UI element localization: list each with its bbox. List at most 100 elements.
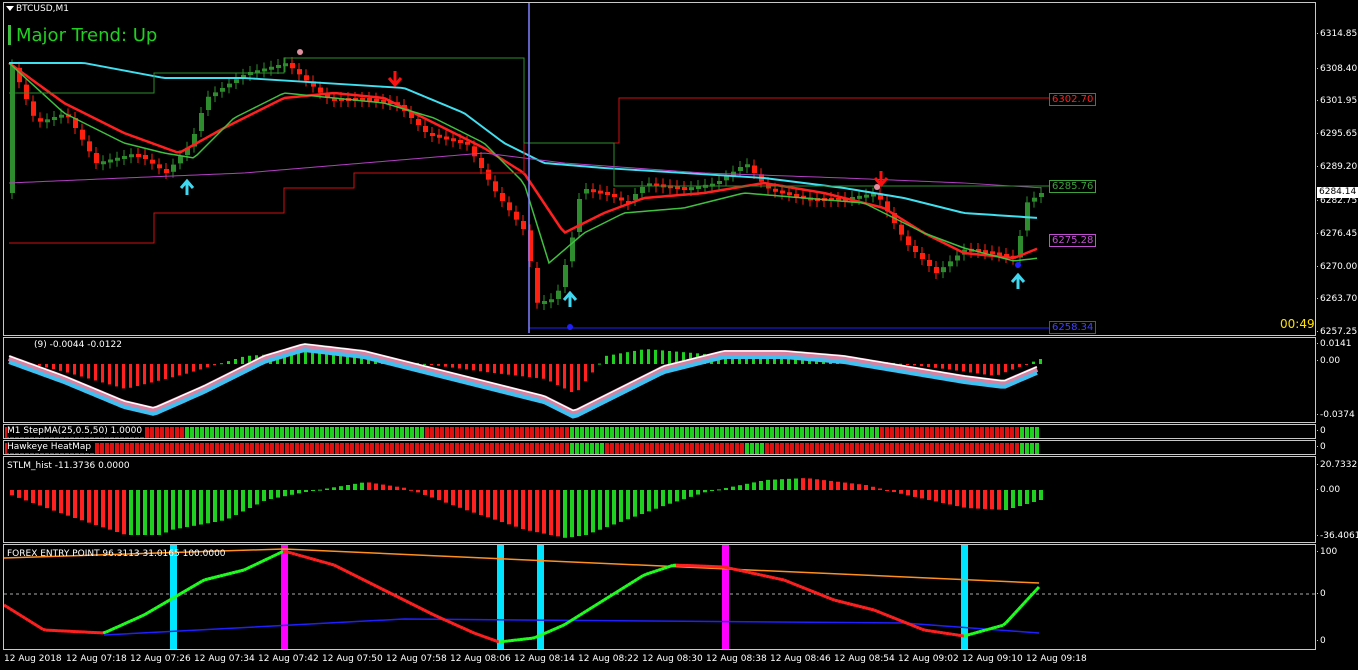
stepma-bar [325, 427, 329, 438]
stepma-pane[interactable]: M1 StepMA(25,0.5,50) 1.0000 [3, 424, 1316, 439]
heatmap-bar [640, 443, 644, 454]
fx-line-segment [249, 564, 254, 569]
heatmap-bar [490, 443, 494, 454]
stepma-bar [320, 427, 324, 438]
stlm-bar [325, 488, 329, 490]
stlm-bar [171, 490, 175, 530]
stepma-bar [510, 427, 514, 438]
stlm-bar [843, 482, 847, 490]
stepma-bar [935, 427, 939, 438]
fx-line-segment [141, 613, 146, 618]
candle-body [31, 101, 36, 116]
fx-line-segment [723, 565, 728, 570]
fx-line-segment [243, 567, 248, 572]
fx-line-segment [759, 573, 764, 577]
heatmap-bar [215, 443, 219, 454]
signal-dot [297, 49, 303, 55]
fx-line-segment [981, 628, 986, 633]
osc-bar [59, 364, 62, 371]
price-label-green: 6285.76 [1049, 180, 1097, 193]
stepma-bar [1035, 427, 1039, 438]
signal-dot [1015, 262, 1021, 268]
osc-bar [535, 364, 538, 378]
fx-line-segment [156, 604, 161, 609]
heatmap-bar [485, 443, 489, 454]
heatmap-bar [670, 443, 674, 454]
stlm-bar [388, 485, 392, 490]
fx-line-segment [816, 591, 821, 596]
heatmap-bar [510, 443, 514, 454]
heatmap-bar [100, 443, 104, 454]
stlm-pane[interactable]: STLM_hist -11.3736 0.0000 [3, 456, 1316, 543]
osc-bar [206, 364, 209, 368]
heatmap-bar [945, 443, 949, 454]
osc-bar [1025, 364, 1028, 365]
stepma-bar [815, 427, 819, 438]
candle-body [493, 181, 498, 192]
stlm-bar [409, 489, 413, 491]
stepma-bar [445, 427, 449, 438]
main-chart-pane[interactable]: BTCUSD,M1 Major Trend: Up 00:49 6302.70 … [3, 2, 1316, 336]
stepma-bar [960, 427, 964, 438]
stepma-bar [195, 427, 199, 438]
fx-line-segment [354, 574, 359, 579]
candle-body [444, 136, 449, 140]
heatmap-bar [235, 443, 239, 454]
stepma-bar [830, 427, 834, 438]
stepma-bar [870, 427, 874, 438]
fx-line-segment [102, 630, 107, 635]
heatmap-bar [1035, 443, 1039, 454]
stepma-bar [755, 427, 759, 438]
osc-bar [311, 352, 314, 364]
fx-line-segment [132, 617, 137, 622]
heatmap-bar [270, 443, 274, 454]
fx-line-segment [750, 571, 755, 575]
heatmap-pane[interactable]: Hawkeye HeatMap [3, 440, 1316, 455]
stlm-bar [311, 490, 315, 491]
oscillator-pane[interactable]: (9) -0.0044 -0.0122 [3, 337, 1316, 423]
heatmap-bar [160, 443, 164, 454]
stepma-bar [270, 427, 274, 438]
candle-body [479, 158, 484, 168]
stepma-bar [620, 427, 624, 438]
stlm-bar [262, 490, 266, 501]
stlm-bar [332, 487, 336, 490]
fx-line-segment [474, 631, 479, 636]
candle-body [864, 194, 869, 198]
heatmap-bar [855, 443, 859, 454]
heatmap-bar [1020, 443, 1024, 454]
stepma-bar [805, 427, 809, 438]
heatmap-bar [305, 443, 309, 454]
stlm-bar [52, 490, 56, 511]
fx-line-segment [627, 581, 632, 587]
fx-line-segment [360, 577, 365, 582]
stepma-bar [775, 427, 779, 438]
stepma-bar [290, 427, 294, 438]
signal-dot [567, 324, 573, 330]
stepma-bar [730, 427, 734, 438]
stlm-bar [1011, 490, 1015, 508]
down-arrow-icon [387, 71, 403, 88]
osc-bar [626, 352, 629, 364]
stlm-bar [738, 485, 742, 490]
forex-entry-pane[interactable]: FOREX ENTRY POINT 96.3113 31.0165 100.00… [3, 544, 1316, 650]
stlm-bar [318, 489, 322, 491]
fx-line-segment [486, 636, 491, 641]
osc-bar [45, 364, 48, 368]
candle-body [927, 260, 932, 266]
chart-menu-icon[interactable] [6, 6, 14, 11]
fx-line-segment [183, 588, 188, 593]
heatmap-bar [1000, 443, 1004, 454]
candle-body [997, 252, 1002, 256]
stepma-bar [945, 427, 949, 438]
heatmap-bar [1005, 443, 1009, 454]
osc-bar [304, 352, 307, 364]
stlm-bar [535, 490, 539, 533]
osc-bar [143, 364, 146, 385]
heatmap-bar [335, 443, 339, 454]
stlm-bar [234, 490, 238, 515]
fx-line-segment [459, 625, 464, 630]
candle-body [45, 119, 50, 123]
fx-line-segment [4, 603, 8, 609]
heatmap-bar [1030, 443, 1034, 454]
